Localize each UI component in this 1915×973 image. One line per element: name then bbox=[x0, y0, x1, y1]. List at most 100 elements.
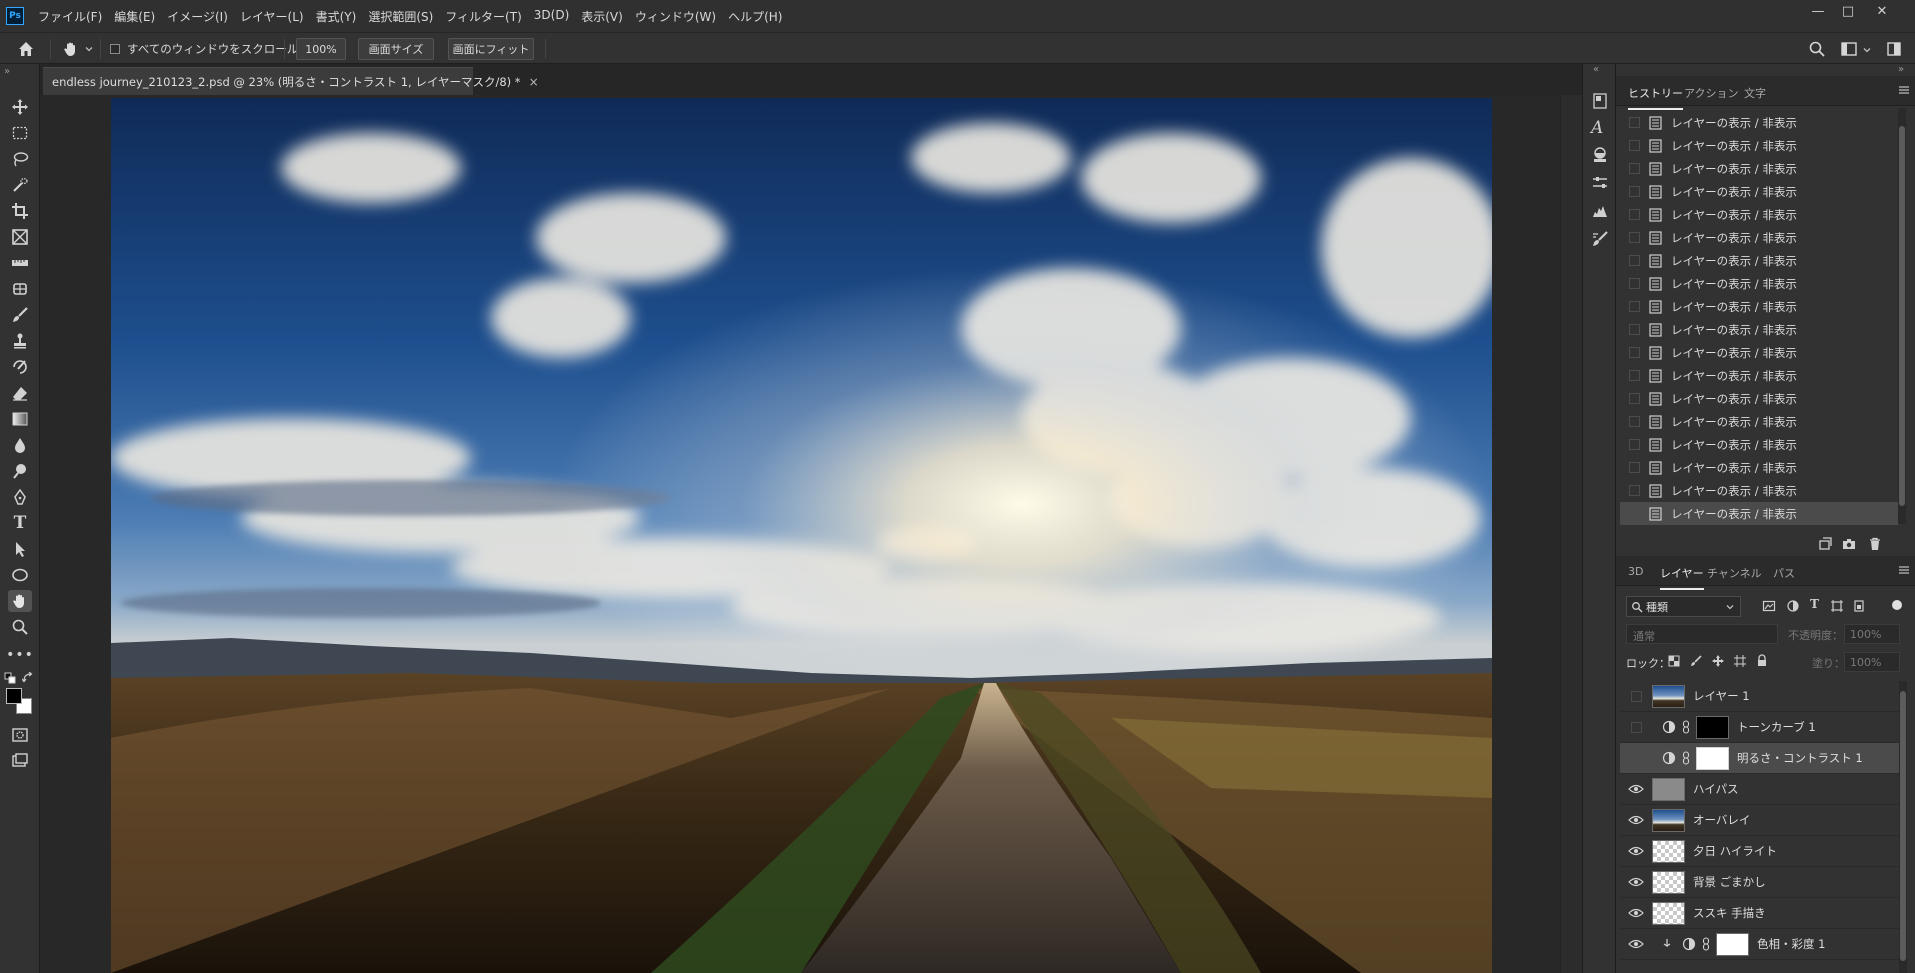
snapshot-camera-icon[interactable] bbox=[1841, 536, 1857, 552]
layers-scroll-thumb[interactable] bbox=[1900, 691, 1906, 961]
layer-thumbnail[interactable] bbox=[1652, 901, 1685, 925]
adjustments-panel-icon[interactable] bbox=[1591, 146, 1609, 164]
home-icon[interactable] bbox=[16, 39, 36, 59]
layer-mask-thumbnail[interactable] bbox=[1696, 715, 1729, 739]
history-snapshot-checkbox[interactable] bbox=[1629, 393, 1640, 404]
menu-item[interactable]: 選択範囲(S) bbox=[362, 8, 439, 25]
blend-mode-dropdown[interactable]: 通常 bbox=[1626, 624, 1778, 644]
tab-character[interactable]: 文字 bbox=[1744, 85, 1766, 101]
gradient-tool-icon[interactable] bbox=[8, 408, 32, 430]
layers-panel-menu-icon[interactable] bbox=[1898, 564, 1910, 576]
history-item[interactable]: レイヤーの表示 / 非表示 bbox=[1620, 364, 1899, 387]
mask-link-icon[interactable] bbox=[1682, 720, 1690, 734]
history-snapshot-checkbox[interactable] bbox=[1629, 462, 1640, 473]
filter-smart-object-icon[interactable] bbox=[1852, 599, 1866, 613]
search-icon[interactable] bbox=[1808, 40, 1826, 58]
layer-row[interactable]: 明るさ・コントラスト 1 bbox=[1620, 743, 1905, 774]
layer-row[interactable]: オーバレイ bbox=[1620, 805, 1905, 836]
tab-actions[interactable]: アクション bbox=[1684, 85, 1738, 101]
menu-item[interactable]: 3D(D) bbox=[528, 8, 575, 25]
layer-thumbnail[interactable] bbox=[1652, 870, 1685, 894]
history-item[interactable]: レイヤーの表示 / 非表示 bbox=[1620, 157, 1899, 180]
collapse-strip-icon[interactable]: « bbox=[1593, 64, 1599, 75]
tab-layers[interactable]: レイヤー bbox=[1660, 565, 1704, 590]
visibility-eye-icon[interactable] bbox=[1627, 907, 1645, 919]
stamp-tool-icon[interactable] bbox=[8, 330, 32, 352]
history-item[interactable]: レイヤーの表示 / 非表示 bbox=[1620, 341, 1899, 364]
history-item[interactable]: レイヤーの表示 / 非表示 bbox=[1620, 272, 1899, 295]
lock-position-icon[interactable] bbox=[1712, 655, 1724, 667]
history-snapshot-checkbox[interactable] bbox=[1629, 209, 1640, 220]
properties-panel-icon[interactable] bbox=[1591, 92, 1609, 110]
collapse-tools-icon[interactable]: » bbox=[4, 66, 10, 77]
vertical-scrollbar[interactable] bbox=[1560, 95, 1582, 973]
history-snapshot-checkbox[interactable] bbox=[1629, 439, 1640, 450]
document-canvas-image[interactable] bbox=[111, 98, 1492, 973]
layer-row[interactable]: ハイパス bbox=[1620, 774, 1905, 805]
mask-link-icon[interactable] bbox=[1682, 751, 1690, 765]
history-snapshot-checkbox[interactable] bbox=[1629, 301, 1640, 312]
pen-tool-icon[interactable] bbox=[8, 486, 32, 508]
mask-link-icon[interactable] bbox=[1702, 937, 1710, 951]
filter-pixel-icon[interactable] bbox=[1762, 599, 1776, 613]
history-item[interactable]: レイヤーの表示 / 非表示 bbox=[1620, 295, 1899, 318]
layer-thumbnail[interactable] bbox=[1652, 839, 1685, 863]
frame-tool-icon[interactable] bbox=[8, 226, 32, 248]
layer-thumbnail[interactable] bbox=[1652, 777, 1685, 801]
history-item[interactable]: レイヤーの表示 / 非表示 bbox=[1620, 387, 1899, 410]
history-item[interactable]: レイヤーの表示 / 非表示 bbox=[1620, 479, 1899, 502]
lock-artboard-icon[interactable] bbox=[1734, 655, 1746, 667]
visibility-eye-icon[interactable] bbox=[1627, 783, 1645, 795]
layers-scrollbar[interactable] bbox=[1899, 681, 1907, 973]
layer-row[interactable]: 夕日 ハイライト bbox=[1620, 836, 1905, 867]
history-snapshot-checkbox[interactable] bbox=[1629, 485, 1640, 496]
close-tab-icon[interactable]: × bbox=[529, 75, 539, 89]
menu-item[interactable]: ファイル(F) bbox=[32, 8, 108, 25]
menu-item[interactable]: 編集(E) bbox=[108, 8, 161, 25]
zoom-tool-icon[interactable] bbox=[8, 616, 32, 638]
layer-filter-dropdown[interactable]: 種類 bbox=[1626, 596, 1741, 617]
blur-tool-icon[interactable] bbox=[8, 434, 32, 456]
history-snapshot-checkbox[interactable] bbox=[1629, 232, 1640, 243]
character-panel-icon[interactable]: A bbox=[1591, 118, 1609, 138]
history-item[interactable]: レイヤーの表示 / 非表示 bbox=[1620, 249, 1899, 272]
scroll-all-checkbox[interactable] bbox=[110, 44, 120, 54]
history-item[interactable]: レイヤーの表示 / 非表示 bbox=[1620, 111, 1899, 134]
foreground-color-swatch[interactable] bbox=[6, 688, 22, 704]
type-tool-icon[interactable]: T bbox=[8, 512, 32, 534]
patch-tool-icon[interactable] bbox=[8, 278, 32, 300]
tab-channels[interactable]: チャンネル bbox=[1707, 565, 1762, 581]
tab-paths[interactable]: パス bbox=[1773, 565, 1795, 581]
layer-row[interactable]: トーンカーブ 1 bbox=[1620, 712, 1905, 743]
filter-adjustment-icon[interactable] bbox=[1786, 599, 1800, 613]
path-select-tool-icon[interactable] bbox=[8, 538, 32, 560]
visibility-toggle-empty[interactable] bbox=[1627, 690, 1645, 702]
layer-row[interactable]: レイヤー 1 bbox=[1620, 681, 1905, 712]
tab-history[interactable]: ヒストリー bbox=[1628, 85, 1683, 110]
visibility-toggle-empty[interactable] bbox=[1627, 752, 1645, 764]
history-snapshot-checkbox[interactable] bbox=[1629, 416, 1640, 427]
default-colors-icon[interactable] bbox=[4, 672, 18, 684]
zoom-100-button[interactable]: 100% bbox=[296, 38, 346, 60]
maximize-button[interactable]: □ bbox=[1838, 4, 1858, 20]
history-snapshot-checkbox[interactable] bbox=[1629, 347, 1640, 358]
lock-transparent-icon[interactable] bbox=[1668, 655, 1680, 667]
brush-tool-icon[interactable] bbox=[8, 304, 32, 326]
history-snapshot-checkbox[interactable] bbox=[1629, 278, 1640, 289]
quick-select-tool-icon[interactable] bbox=[8, 174, 32, 196]
minimize-button[interactable]: — bbox=[1808, 4, 1828, 20]
ellipse-tool-icon[interactable] bbox=[8, 564, 32, 586]
filter-toggle-icon[interactable] bbox=[1892, 600, 1902, 610]
panel-menu-icon[interactable] bbox=[1898, 84, 1910, 96]
trash-icon[interactable] bbox=[1867, 536, 1883, 552]
eraser-tool-icon[interactable] bbox=[8, 382, 32, 404]
chevron-down-icon[interactable] bbox=[84, 43, 94, 53]
history-item[interactable]: レイヤーの表示 / 非表示 bbox=[1620, 433, 1899, 456]
history-item[interactable]: レイヤーの表示 / 非表示 bbox=[1620, 410, 1899, 433]
history-scroll-thumb[interactable] bbox=[1899, 126, 1905, 506]
history-item[interactable]: レイヤーの表示 / 非表示 bbox=[1620, 502, 1899, 525]
menu-item[interactable]: 表示(V) bbox=[575, 8, 629, 25]
layer-thumbnail[interactable] bbox=[1652, 684, 1685, 708]
quick-mask-icon[interactable] bbox=[8, 724, 32, 746]
history-snapshot-checkbox[interactable] bbox=[1629, 255, 1640, 266]
